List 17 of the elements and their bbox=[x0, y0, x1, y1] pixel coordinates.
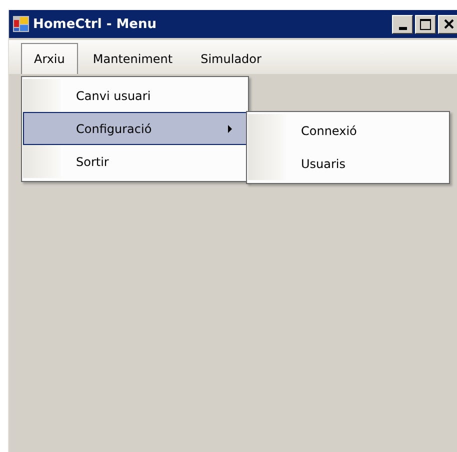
menu-item[interactable]: Arxiu bbox=[21, 43, 78, 74]
menu-entry[interactable]: Usuaris bbox=[248, 147, 448, 180]
app-icon bbox=[13, 16, 29, 32]
maximize-button[interactable] bbox=[415, 14, 436, 34]
menu-entry[interactable]: Sortir bbox=[23, 145, 247, 178]
menu-entry[interactable]: Canvi usuari bbox=[23, 79, 247, 112]
menu-entry[interactable]: Configuració bbox=[23, 112, 247, 145]
maximize-icon bbox=[420, 18, 431, 30]
menu-entry[interactable]: Connexió bbox=[248, 114, 448, 147]
minimize-button[interactable] bbox=[392, 14, 413, 34]
menu-item[interactable]: Manteniment bbox=[80, 43, 186, 74]
close-icon bbox=[444, 19, 454, 29]
menu-item[interactable]: Simulador bbox=[188, 43, 274, 74]
window-title: HomeCtrl - Menu bbox=[33, 16, 158, 32]
close-button[interactable] bbox=[438, 14, 457, 34]
icon-margin-strip bbox=[248, 114, 286, 180]
minimize-icon bbox=[398, 26, 406, 30]
